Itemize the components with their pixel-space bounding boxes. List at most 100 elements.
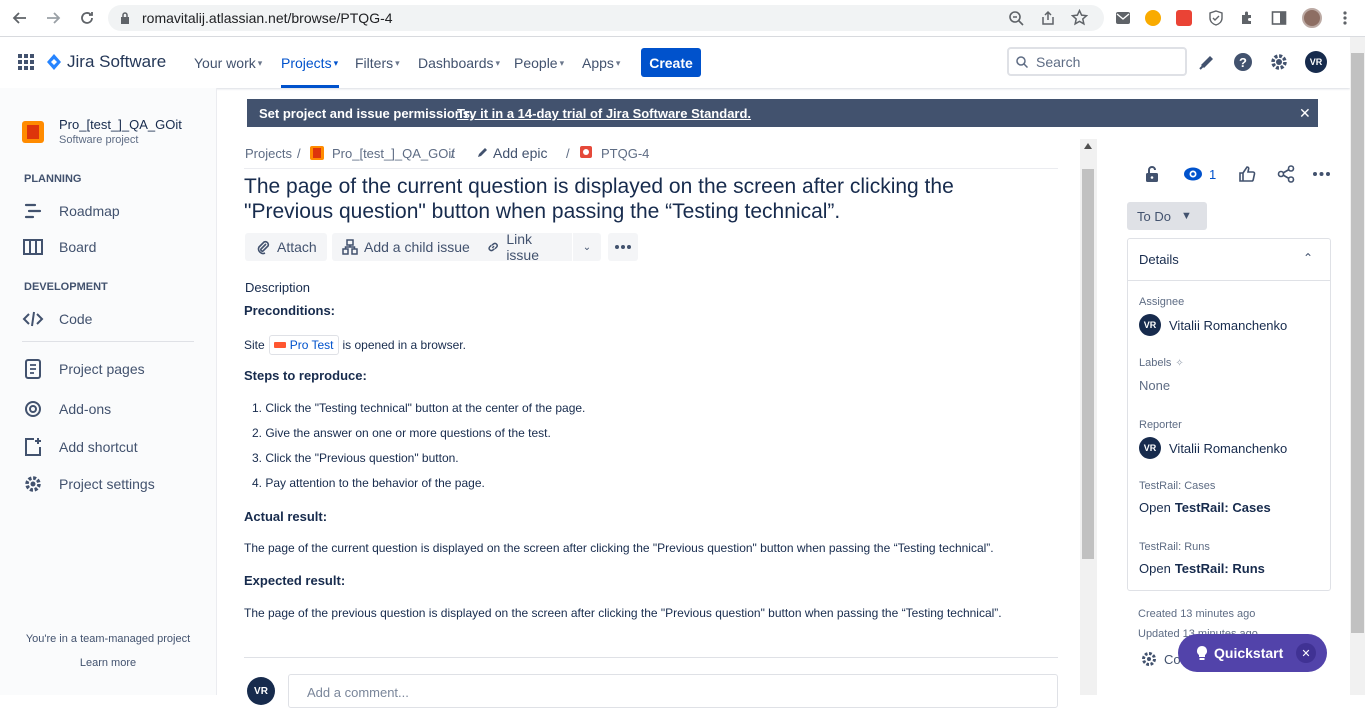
scroll-up-arrow-icon[interactable] bbox=[1084, 143, 1092, 149]
details-panel: Details ⌃ Assignee VR Vitalii Romanchenk… bbox=[1127, 238, 1331, 591]
project-type: Software project bbox=[59, 134, 139, 146]
sidebar-item-project-pages[interactable]: Project pages bbox=[22, 359, 145, 379]
site-favicon-icon bbox=[273, 342, 286, 348]
back-icon[interactable] bbox=[10, 8, 30, 28]
breadcrumb-separator: / bbox=[297, 146, 301, 161]
project-name[interactable]: Pro_[test_]_QA_GOit bbox=[59, 117, 182, 132]
url-text: romavitalij.atlassian.net/browse/PTQG-4 bbox=[142, 10, 393, 26]
assignee-field[interactable]: VR Vitalii Romanchenko bbox=[1139, 314, 1287, 336]
testrail-runs-label: TestRail: Runs bbox=[1139, 541, 1210, 553]
help-icon[interactable]: ? bbox=[1232, 51, 1254, 73]
nav-apps[interactable]: Apps ▾ bbox=[582, 55, 620, 71]
comment-input[interactable]: Add a comment... bbox=[288, 674, 1058, 708]
add-epic-link[interactable]: Add epic bbox=[493, 145, 547, 161]
created-timestamp: Created 13 minutes ago bbox=[1138, 608, 1256, 620]
mail-extension-icon[interactable] bbox=[1113, 8, 1133, 28]
notifications-icon[interactable] bbox=[1196, 51, 1218, 73]
details-header[interactable]: Details ⌃ bbox=[1128, 239, 1330, 281]
attach-label: Attach bbox=[277, 239, 317, 255]
extension-red-icon[interactable] bbox=[1174, 8, 1194, 28]
testrail-runs-link[interactable]: Open TestRail: Runs bbox=[1139, 561, 1265, 576]
app-switcher-icon[interactable] bbox=[18, 54, 34, 70]
chevron-down-icon: ▾ bbox=[495, 57, 501, 68]
assignee-label: Assignee bbox=[1139, 296, 1185, 308]
learn-more-link[interactable]: Learn more bbox=[0, 657, 216, 669]
share-icon[interactable] bbox=[1277, 165, 1295, 183]
pro-test-link[interactable]: Pro Test bbox=[268, 335, 339, 355]
user-avatar[interactable]: VR bbox=[1305, 51, 1327, 73]
address-bar[interactable]: romavitalij.atlassian.net/browse/PTQG-4 bbox=[108, 5, 1104, 31]
preconditions-heading: Preconditions: bbox=[244, 303, 336, 318]
nav-people[interactable]: People ▾ bbox=[514, 55, 564, 71]
issue-title[interactable]: The page of the current question is disp… bbox=[244, 174, 1044, 224]
more-dots-icon[interactable] bbox=[1313, 172, 1330, 176]
breadcrumb-issue-key[interactable]: PTQG-4 bbox=[601, 146, 649, 161]
list-item: 1. Click the "Testing technical" button … bbox=[252, 401, 586, 415]
close-icon[interactable]: ✕ bbox=[1296, 643, 1316, 663]
shield-extension-icon[interactable] bbox=[1206, 8, 1226, 28]
sidepanel-icon[interactable] bbox=[1269, 8, 1289, 28]
more-actions-button[interactable] bbox=[608, 233, 638, 261]
chevron-down-icon: ▾ bbox=[559, 57, 565, 68]
profile-photo-icon[interactable] bbox=[1302, 8, 1322, 28]
watch-button[interactable]: 1 bbox=[1183, 166, 1216, 182]
bookmark-star-icon[interactable] bbox=[1071, 9, 1088, 26]
chevron-down-icon: ▾ bbox=[257, 57, 263, 68]
nav-dashboards[interactable]: Dashboards ▾ bbox=[418, 55, 500, 71]
settings-gear-icon[interactable] bbox=[1268, 51, 1290, 73]
thumbs-up-icon[interactable] bbox=[1238, 165, 1256, 183]
labels-value[interactable]: None bbox=[1139, 378, 1170, 393]
project-sidebar: Pro_[test_]_QA_GOit Software project PLA… bbox=[0, 88, 217, 695]
nav-projects[interactable]: Projects ▾ bbox=[281, 55, 338, 71]
quickstart-button[interactable]: Quickstart ✕ bbox=[1178, 634, 1327, 672]
pin-icon[interactable]: ✧ bbox=[1175, 358, 1183, 369]
puzzle-extensions-icon[interactable] bbox=[1237, 8, 1257, 28]
page-scrollbar[interactable] bbox=[1350, 37, 1365, 695]
open-label: Open bbox=[1139, 500, 1171, 515]
breadcrumb-projects[interactable]: Projects bbox=[245, 146, 292, 161]
link-issue-dropdown[interactable]: ⌄ bbox=[573, 233, 601, 261]
nav-filters[interactable]: Filters ▾ bbox=[355, 55, 400, 71]
close-icon[interactable]: ✕ bbox=[1299, 105, 1311, 122]
sidebar-item-label: Add-ons bbox=[59, 401, 112, 417]
status-dropdown[interactable]: To Do ▼ bbox=[1127, 202, 1207, 230]
browser-menu-icon[interactable] bbox=[1335, 8, 1355, 28]
scrollbar-thumb[interactable] bbox=[1351, 53, 1364, 633]
project-avatar-icon[interactable] bbox=[22, 121, 44, 143]
sidebar-item-addons[interactable]: Add-ons bbox=[22, 399, 111, 419]
sidebar-item-roadmap[interactable]: Roadmap bbox=[22, 201, 120, 221]
nav-label: Projects bbox=[281, 55, 332, 71]
reporter-field[interactable]: VR Vitalii Romanchenko bbox=[1139, 437, 1287, 459]
forward-icon[interactable] bbox=[43, 8, 63, 28]
share-icon[interactable] bbox=[1040, 10, 1056, 26]
sidebar-divider bbox=[22, 341, 194, 342]
site-suffix: is opened in a browser. bbox=[342, 338, 466, 352]
sidebar-item-label: Board bbox=[59, 239, 97, 255]
link-issue-button[interactable]: Link issue bbox=[476, 231, 572, 263]
nav-your-work[interactable]: Your work ▾ bbox=[194, 55, 262, 71]
planning-heading: PLANNING bbox=[24, 173, 82, 185]
add-child-issue-button[interactable]: Add a child issue bbox=[332, 233, 480, 261]
sidebar-item-add-shortcut[interactable]: Add shortcut bbox=[22, 437, 138, 457]
pencil-icon bbox=[476, 147, 488, 159]
jira-logo[interactable]: Jira Software bbox=[46, 52, 166, 72]
active-nav-indicator bbox=[281, 85, 339, 88]
search-placeholder: Search bbox=[1036, 54, 1081, 70]
search-input[interactable]: Search bbox=[1007, 47, 1187, 76]
sidebar-item-project-settings[interactable]: Project settings bbox=[22, 474, 155, 494]
create-button[interactable]: Create bbox=[641, 48, 701, 77]
testrail-cases-link[interactable]: Open TestRail: Cases bbox=[1139, 500, 1271, 515]
banner-trial-link[interactable]: Try it in a 14-day trial of Jira Softwar… bbox=[457, 106, 751, 121]
scrollbar-thumb[interactable] bbox=[1082, 169, 1094, 559]
lock-icon[interactable] bbox=[1143, 165, 1161, 183]
sidebar-item-board[interactable]: Board bbox=[22, 237, 96, 257]
breadcrumb-project[interactable]: Pro_[test_]_QA_GOit bbox=[332, 146, 455, 161]
extension-icon[interactable] bbox=[1143, 8, 1163, 28]
attach-button[interactable]: Attach bbox=[245, 233, 327, 261]
sidebar-item-code[interactable]: Code bbox=[22, 309, 92, 329]
avatar: VR bbox=[1139, 437, 1161, 459]
content-scrollbar[interactable] bbox=[1080, 139, 1097, 695]
reload-icon[interactable] bbox=[77, 8, 97, 28]
product-name: Jira Software bbox=[67, 52, 167, 71]
zoom-icon[interactable] bbox=[1008, 10, 1024, 26]
